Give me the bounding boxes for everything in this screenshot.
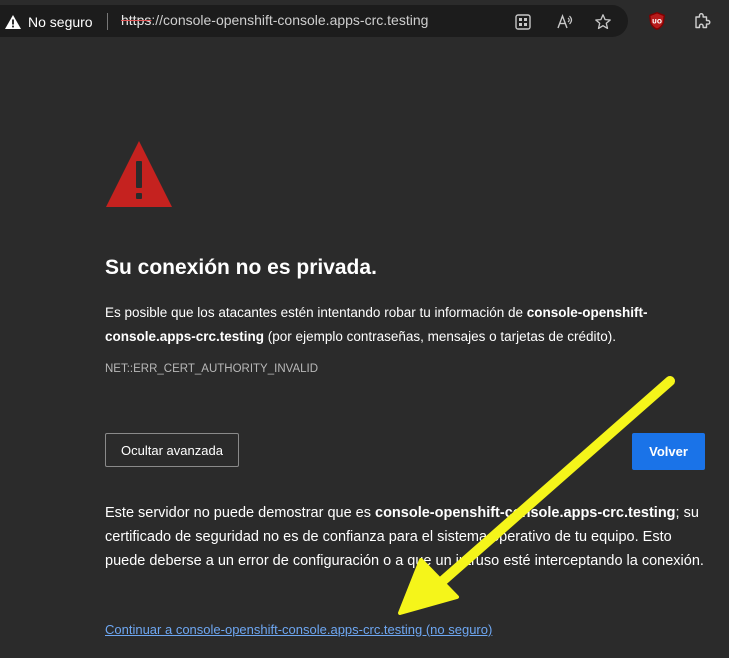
extensions-icon[interactable] xyxy=(692,11,712,31)
advanced-details-text: Este servidor no puede demostrar que es … xyxy=(105,501,705,573)
browser-toolbar: No seguro https://console-openshift-cons… xyxy=(0,0,729,43)
apps-grid-icon[interactable] xyxy=(514,13,532,31)
page-title: Su conexión no es privada. xyxy=(105,256,377,279)
details-text-start: Este servidor no puede demostrar que es xyxy=(105,505,376,521)
ublock-icon[interactable]: UO xyxy=(647,11,667,31)
svg-text:UO: UO xyxy=(652,19,662,26)
security-indicator[interactable]: No seguro xyxy=(4,12,93,32)
url-text[interactable]: https://console-openshift-console.apps-c… xyxy=(121,12,428,28)
url-host: ://console-openshift-console.apps-crc.te… xyxy=(151,12,429,28)
hide-advanced-button[interactable]: Ocultar avanzada xyxy=(105,433,239,467)
address-bar[interactable]: No seguro https://console-openshift-cons… xyxy=(0,5,628,37)
read-aloud-icon[interactable] xyxy=(556,13,574,31)
intro-text-start: Es posible que los atacantes estén inten… xyxy=(105,305,527,320)
back-button[interactable]: Volver xyxy=(632,433,705,470)
details-host: console-openshift-console.apps-crc.testi… xyxy=(375,505,676,521)
intro-text: Es posible que los atacantes estén inten… xyxy=(105,301,705,349)
url-scheme: https xyxy=(121,12,152,28)
intro-text-end: (por ejemplo contraseñas, mensajes o tar… xyxy=(264,329,616,344)
security-label: No seguro xyxy=(28,14,93,30)
favorite-star-icon[interactable] xyxy=(594,13,612,31)
proceed-unsafe-link[interactable]: Continuar a console-openshift-console.ap… xyxy=(105,622,492,637)
warning-triangle-icon xyxy=(105,140,173,208)
warning-icon xyxy=(4,14,22,30)
address-divider xyxy=(107,13,108,30)
error-code: NET::ERR_CERT_AUTHORITY_INVALID xyxy=(105,363,319,375)
